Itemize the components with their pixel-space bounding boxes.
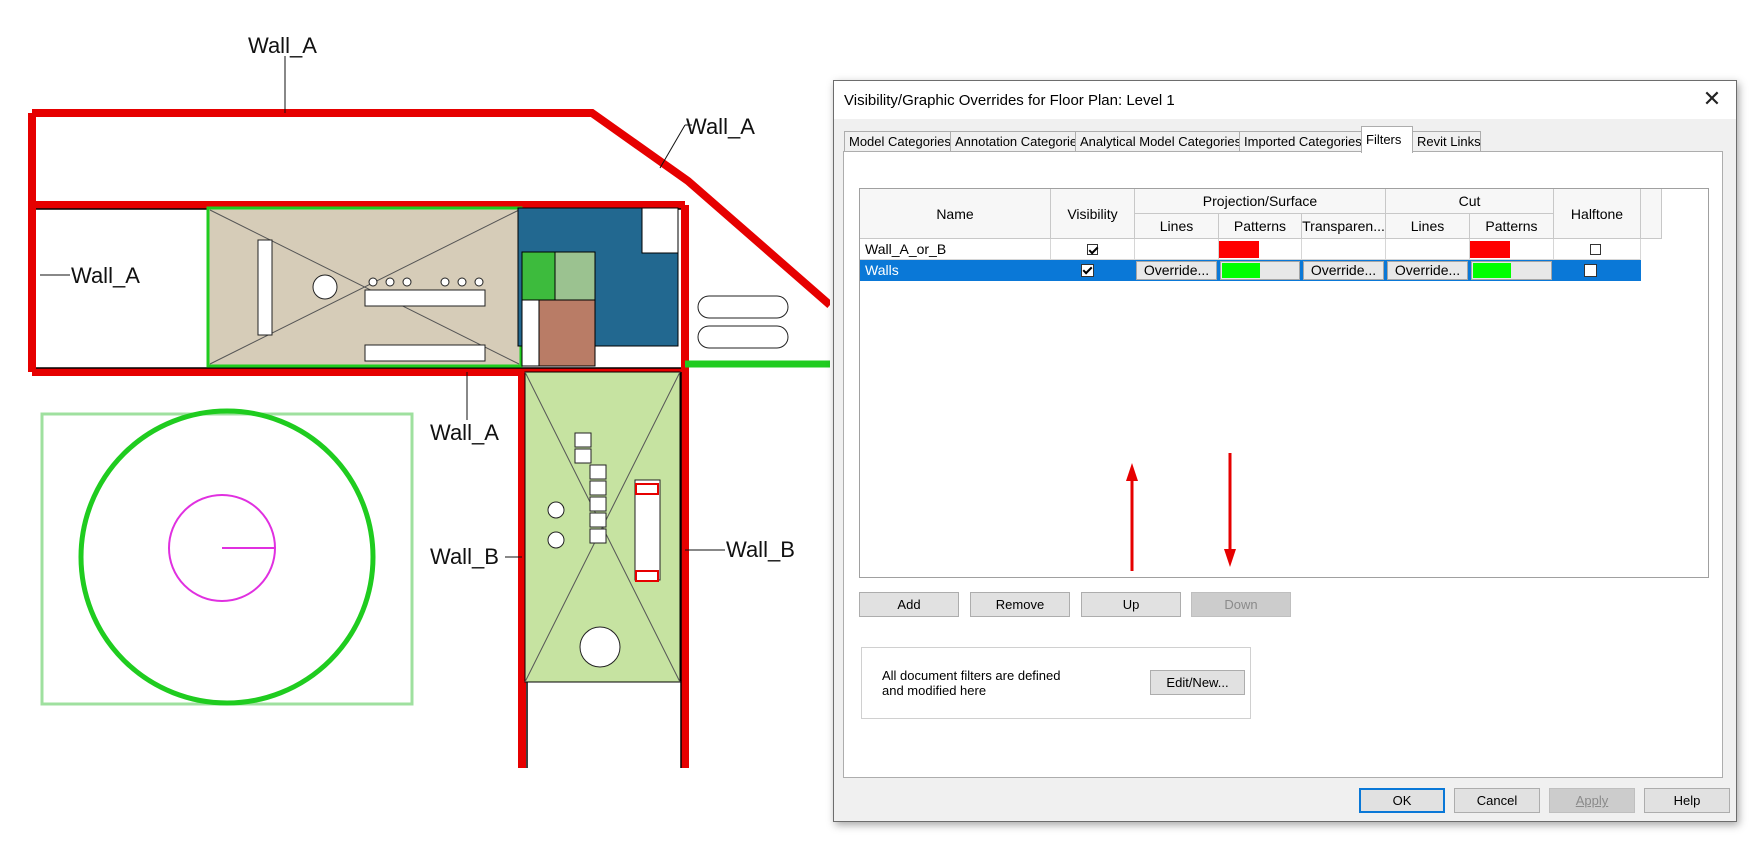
- down-button[interactable]: Down: [1191, 592, 1291, 617]
- label-wall-a-diagonal: Wall_A: [686, 114, 755, 139]
- tab-filters[interactable]: Filters: [1361, 126, 1413, 153]
- room-brown: [538, 299, 596, 367]
- filters-info-box: All document filters are defined and mod…: [861, 647, 1251, 719]
- ok-button[interactable]: OK: [1359, 788, 1445, 813]
- info-text: All document filters are defined and mod…: [882, 668, 1061, 698]
- round-table: [312, 274, 338, 300]
- pill-2: [697, 325, 789, 349]
- visibility-graphics-dialog: Visibility/Graphic Overrides for Floor P…: [833, 80, 1737, 822]
- help-button[interactable]: Help: [1644, 788, 1730, 813]
- label-wall-a-left: Wall_A: [71, 263, 140, 288]
- plant-2: [547, 531, 565, 549]
- room-bath: [521, 251, 556, 301]
- label-wall-a-top: Wall_A: [248, 33, 317, 58]
- kitchen-counter: [364, 289, 486, 307]
- sofa-pillow-bottom: [635, 570, 659, 582]
- circle-frame: [40, 412, 414, 706]
- edit-new-button[interactable]: Edit/New...: [1150, 670, 1245, 695]
- apply-button[interactable]: Apply: [1549, 788, 1635, 813]
- remove-button[interactable]: Remove: [970, 592, 1070, 617]
- room-wc: [554, 251, 596, 301]
- up-arrow-icon: [1126, 463, 1138, 571]
- down-arrow-icon: [1224, 453, 1236, 567]
- pill-1: [697, 295, 789, 319]
- green-circle: [78, 408, 376, 706]
- label-wall-a-bottom: Wall_A: [430, 420, 499, 445]
- plant-1: [547, 501, 565, 519]
- garden-round-table: [579, 626, 621, 668]
- cancel-button[interactable]: Cancel: [1454, 788, 1540, 813]
- label-wall-b-right: Wall_B: [726, 537, 795, 562]
- corridor-white: [521, 299, 540, 367]
- up-button[interactable]: Up: [1081, 592, 1181, 617]
- floor-plan: Wall_A Wall_A Wall_A Wall_A Wall_B Wall_…: [28, 33, 830, 768]
- add-button[interactable]: Add: [859, 592, 959, 617]
- dining-table: [257, 239, 273, 336]
- sofa-pillow-top: [635, 483, 659, 495]
- stair-white: [641, 207, 679, 254]
- label-wall-b-left: Wall_B: [430, 544, 499, 569]
- kitchen-counter-2: [364, 344, 486, 362]
